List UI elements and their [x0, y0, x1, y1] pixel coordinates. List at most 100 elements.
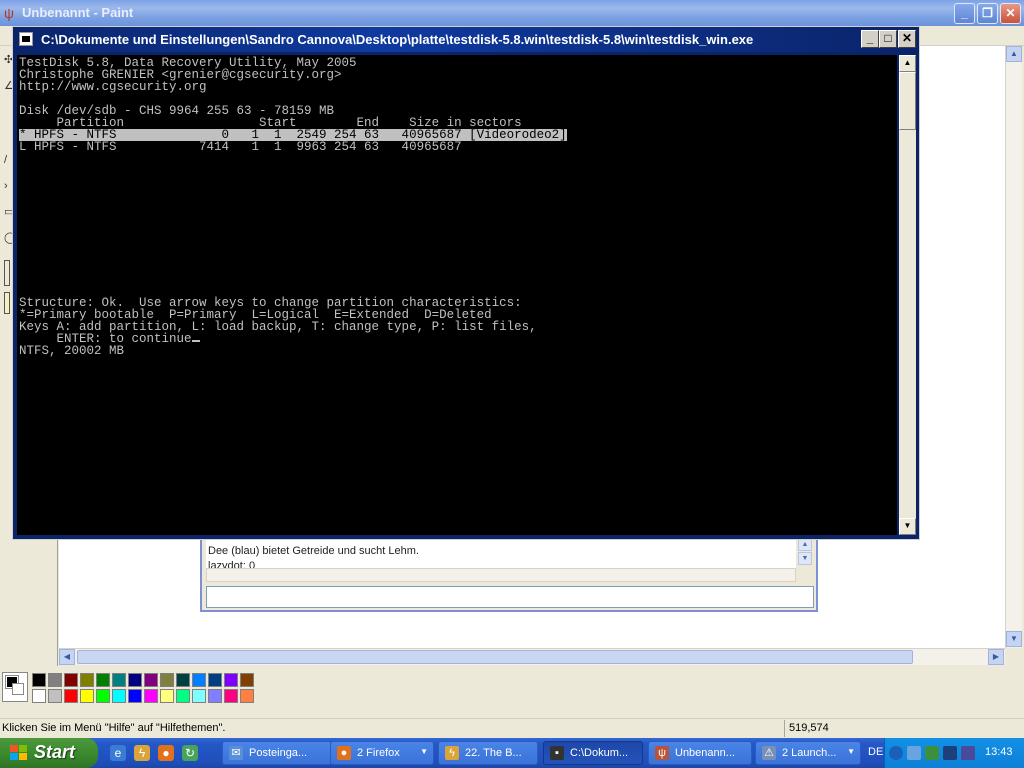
palette-swatch[interactable]	[48, 689, 62, 703]
paint-window-title: Unbenannt - Paint	[22, 5, 134, 20]
palette-swatch[interactable]	[192, 689, 206, 703]
palette-swatch[interactable]	[96, 689, 110, 703]
palette-swatch[interactable]	[112, 689, 126, 703]
task-button-console[interactable]: ▪ C:\Dokum...	[543, 741, 643, 765]
palette-swatch[interactable]	[80, 673, 94, 687]
firefox-icon[interactable]: ●	[158, 745, 174, 761]
network-icon[interactable]	[907, 746, 921, 760]
palette-swatch[interactable]	[224, 673, 238, 687]
console-vertical-scrollbar[interactable]: ▲ ▼	[899, 55, 916, 535]
palette-swatch[interactable]	[128, 689, 142, 703]
task-label: Posteinga...	[249, 747, 308, 759]
task-button-launcher[interactable]: ⚠ 2 Launch... ▼	[755, 741, 861, 765]
palette-swatch[interactable]	[32, 689, 46, 703]
console-app-icon	[19, 32, 33, 46]
quick-launch: e ϟ ● ↻	[106, 738, 216, 768]
palette-swatch[interactable]	[64, 673, 78, 687]
scroll-right-arrow-icon[interactable]: ▶	[988, 649, 1004, 665]
palette-swatch[interactable]	[176, 673, 190, 687]
console-maximize-button[interactable]: □	[879, 30, 897, 48]
chat-window: Dee (blau) bietet Getreide und sucht Leh…	[200, 530, 818, 612]
palette-swatch[interactable]	[224, 689, 238, 703]
console-scroll-down-icon[interactable]: ▼	[899, 518, 916, 535]
winamp-icon[interactable]: ϟ	[134, 745, 150, 761]
partition-row[interactable]: L HPFS - NTFS 7414 1 1 9963 254 63 40965…	[19, 141, 462, 154]
testdisk-console-window: C:\Dokumente und Einstellungen\Sandro Ca…	[12, 26, 920, 540]
console-scroll-up-icon[interactable]: ▲	[899, 55, 916, 72]
console-icon: ▪	[550, 746, 564, 760]
clock[interactable]: 13:43	[985, 746, 1013, 758]
system-tray: 13:43	[884, 738, 1024, 768]
cursor-coordinates: 519,574	[784, 720, 914, 737]
scroll-up-arrow-icon[interactable]: ▲	[1006, 46, 1022, 62]
task-label: 2 Launch...	[782, 747, 837, 759]
refresh-icon[interactable]: ↻	[182, 745, 198, 761]
minimize-button[interactable]: _	[954, 3, 975, 24]
task-label: Unbenann...	[675, 747, 735, 759]
chat-horizontal-scrollbar[interactable]	[206, 568, 796, 582]
winamp-icon: ϟ	[445, 746, 459, 760]
paint-title-bar[interactable]: ψ Unbenannt - Paint _ ❐ ✕	[0, 0, 1024, 26]
palette-swatch[interactable]	[64, 689, 78, 703]
canvas-horizontal-scrollbar[interactable]: ◀ ▶	[59, 648, 1005, 665]
console-output[interactable]: TestDisk 5.8, Data Recovery Utility, May…	[17, 55, 897, 535]
palette-swatch[interactable]	[240, 689, 254, 703]
chat-message: Dee (blau) bietet Getreide und sucht Leh…	[208, 545, 419, 557]
scroll-down-arrow-icon[interactable]: ▼	[1006, 631, 1022, 647]
security-icon[interactable]	[925, 746, 939, 760]
partition-size-line: NTFS, 20002 MB	[19, 344, 125, 358]
scroll-left-arrow-icon[interactable]: ◀	[59, 649, 75, 665]
task-button-firefox[interactable]: ● 2 Firefox ▼	[330, 741, 434, 765]
mail-icon: ✉	[229, 746, 243, 760]
task-button-mail[interactable]: ✉ Posteinga...	[222, 741, 332, 765]
palette-swatch[interactable]	[176, 689, 190, 703]
task-label: 2 Firefox	[357, 747, 400, 759]
console-title-bar[interactable]: C:\Dokumente und Einstellungen\Sandro Ca…	[13, 27, 919, 52]
palette-swatch[interactable]	[80, 689, 94, 703]
palette-swatch[interactable]	[128, 673, 142, 687]
palette-swatch[interactable]	[208, 689, 222, 703]
palette-swatch[interactable]	[144, 689, 158, 703]
task-button-winamp[interactable]: ϟ 22. The B...	[438, 741, 538, 765]
tool-option-box-icon[interactable]	[4, 260, 10, 286]
language-indicator[interactable]: DE	[868, 746, 883, 758]
start-button[interactable]: Start	[0, 738, 98, 768]
tool-option-fill-icon[interactable]	[4, 292, 10, 314]
palette-swatch[interactable]	[32, 673, 46, 687]
paint-status-bar: Klicken Sie im Menü "Hilfe" auf "Hilfeth…	[0, 718, 1024, 738]
canvas-vertical-scrollbar[interactable]: ▲ ▼	[1005, 46, 1022, 648]
chat-input[interactable]	[206, 586, 814, 608]
chat-scroll-down-icon[interactable]: ▼	[798, 552, 812, 565]
palette-swatch[interactable]	[160, 689, 174, 703]
current-colors	[2, 672, 28, 702]
group-dropdown-icon: ▼	[420, 747, 428, 756]
status-help-text: Klicken Sie im Menü "Hilfe" auf "Hilfeth…	[2, 722, 226, 734]
volume-icon[interactable]	[961, 746, 975, 760]
tray-expand-icon[interactable]	[889, 746, 903, 760]
palette-swatch[interactable]	[160, 673, 174, 687]
shield-icon[interactable]	[943, 746, 957, 760]
palette-swatch[interactable]	[192, 673, 206, 687]
palette-swatch[interactable]	[48, 673, 62, 687]
launcher-icon: ⚠	[762, 746, 776, 760]
background-color	[12, 683, 24, 695]
maximize-button[interactable]: ❐	[977, 3, 998, 24]
task-button-paint[interactable]: ψ Unbenann...	[648, 741, 752, 765]
firefox-icon: ●	[337, 746, 351, 760]
chat-vertical-scrollbar[interactable]: ▲ ▼	[798, 538, 812, 566]
horizontal-scroll-thumb[interactable]	[77, 650, 913, 664]
console-scroll-thumb[interactable]	[899, 72, 916, 130]
console-minimize-button[interactable]: _	[861, 30, 879, 48]
palette-swatch[interactable]	[208, 673, 222, 687]
color-palette	[0, 666, 1024, 714]
palette-swatch[interactable]	[96, 673, 110, 687]
close-button[interactable]: ✕	[1000, 3, 1021, 24]
internet-explorer-icon[interactable]: e	[110, 745, 126, 761]
paint-icon: ψ	[655, 746, 669, 760]
paint-app-icon: ψ	[4, 5, 14, 21]
group-dropdown-icon: ▼	[847, 747, 855, 756]
palette-swatch[interactable]	[240, 673, 254, 687]
palette-swatch[interactable]	[144, 673, 158, 687]
palette-swatch[interactable]	[112, 673, 126, 687]
console-close-button[interactable]: ✕	[898, 30, 916, 48]
